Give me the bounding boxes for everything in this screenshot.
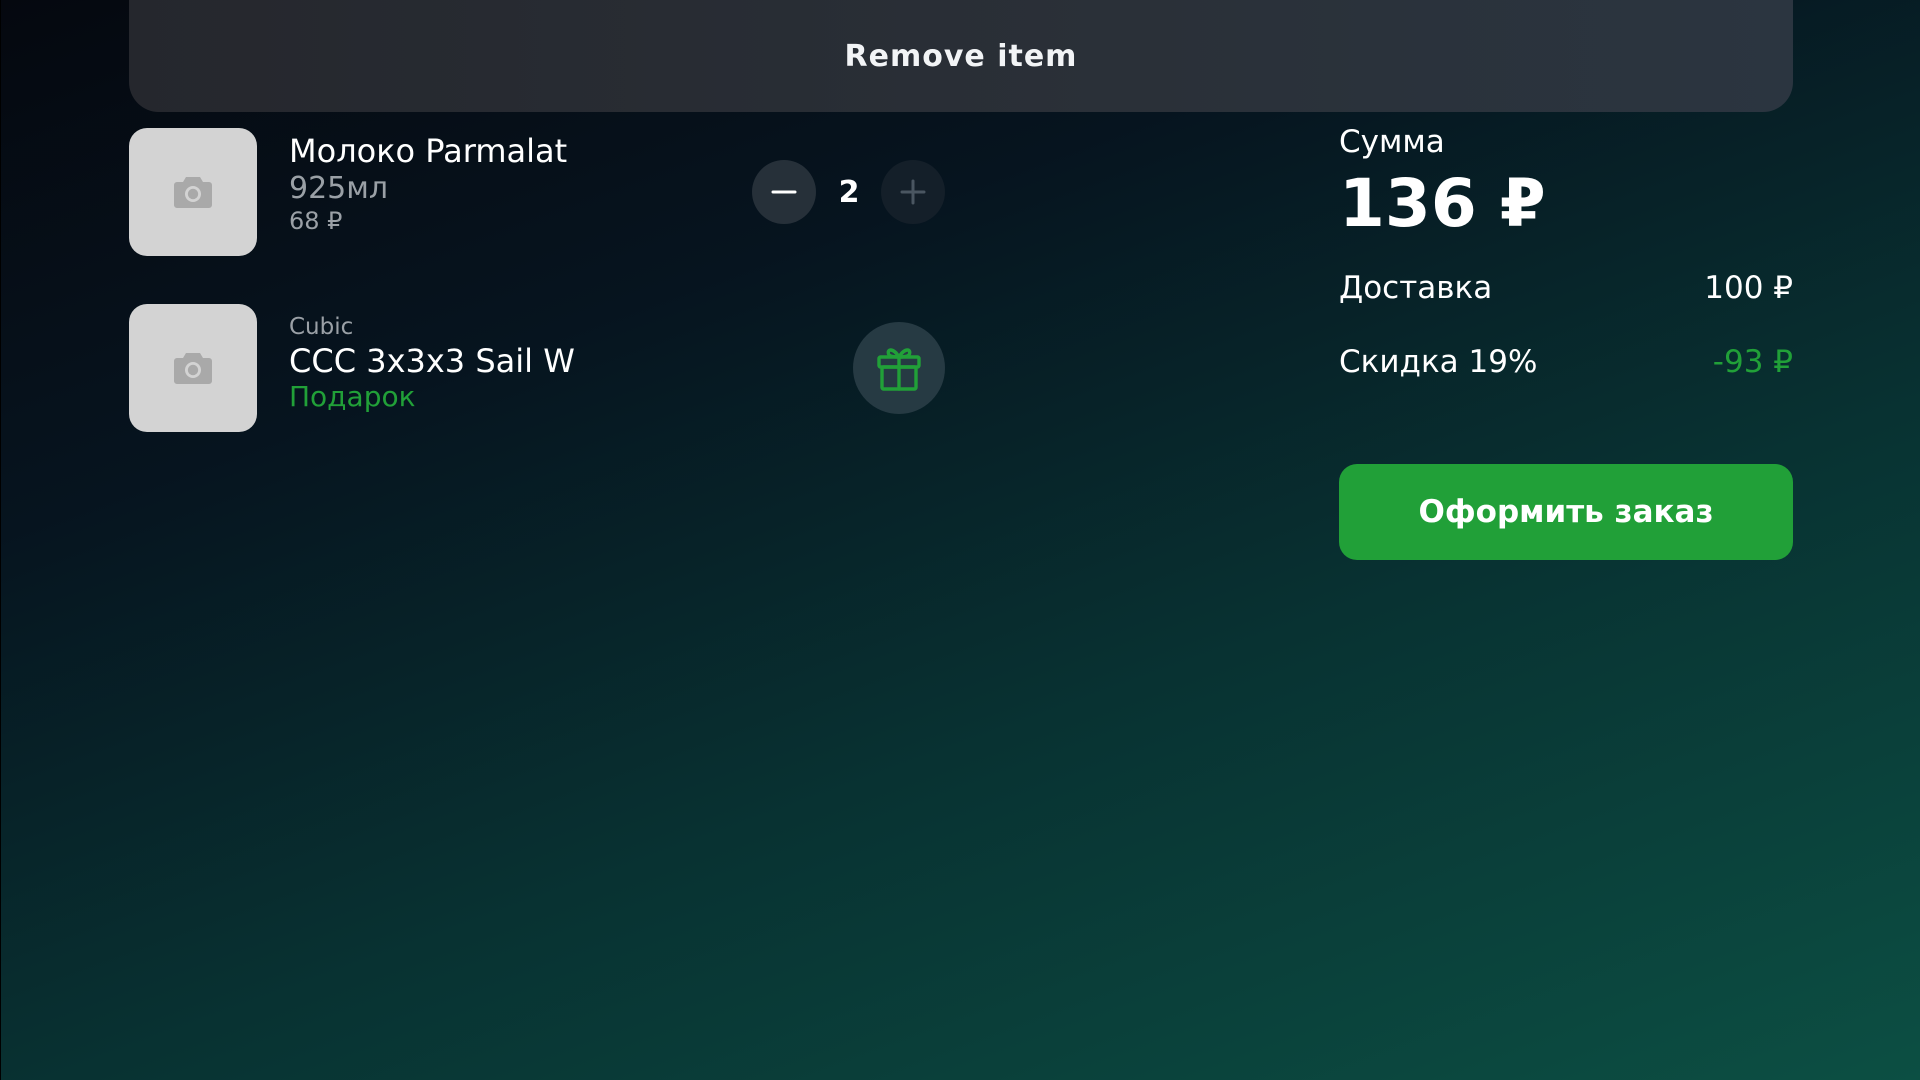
product-thumbnail (129, 128, 257, 256)
decrease-quantity-button[interactable] (752, 160, 816, 224)
delivery-value: 100 ₽ (1704, 269, 1793, 306)
product-name: CCC 3x3x3 Sail W (289, 342, 575, 380)
checkout-label: Оформить заказ (1418, 494, 1714, 530)
product-thumbnail (129, 304, 257, 432)
delivery-row: Доставка 100 ₽ (1339, 270, 1793, 306)
item-info: Cubic CCC 3x3x3 Sail W Подарок (289, 304, 575, 413)
quantity-value: 2 (838, 174, 860, 210)
delivery-label: Доставка (1339, 269, 1493, 306)
product-name: Молоко Parmalat (289, 132, 568, 170)
sum-label: Сумма (1339, 124, 1445, 160)
discount-row: Скидка 19% -93 ₽ (1339, 344, 1793, 380)
gift-icon (877, 348, 921, 391)
discount-value: -93 ₽ (1712, 343, 1793, 380)
minus-icon (771, 190, 797, 194)
product-volume: 925мл (289, 171, 389, 206)
checkout-button[interactable]: Оформить заказ (1339, 464, 1793, 560)
increase-quantity-button[interactable] (881, 160, 945, 224)
gift-button[interactable] (853, 322, 945, 414)
camera-icon (174, 353, 212, 384)
item-info: Молоко Parmalat 925мл 68 ₽ (289, 128, 567, 235)
product-brand: Cubic (289, 314, 354, 340)
cart-item-milk: Молоко Parmalat 925мл 68 ₽ 2 (129, 128, 949, 256)
order-summary: Сумма 136 ₽ Доставка 100 ₽ Скидка 19% -9… (1339, 124, 1793, 380)
remove-item-label: Remove item (844, 38, 1078, 74)
discount-label: Скидка 19% (1339, 343, 1538, 380)
product-price: 68 ₽ (289, 207, 343, 235)
remove-item-button[interactable]: Remove item (129, 0, 1793, 112)
window-edge (0, 0, 1, 1080)
cart-item-gift: Cubic CCC 3x3x3 Sail W Подарок (129, 304, 949, 432)
gift-tag: Подарок (289, 380, 416, 413)
sum-total: 136 ₽ (1339, 165, 1546, 242)
plus-icon (900, 179, 926, 205)
camera-icon (174, 177, 212, 208)
